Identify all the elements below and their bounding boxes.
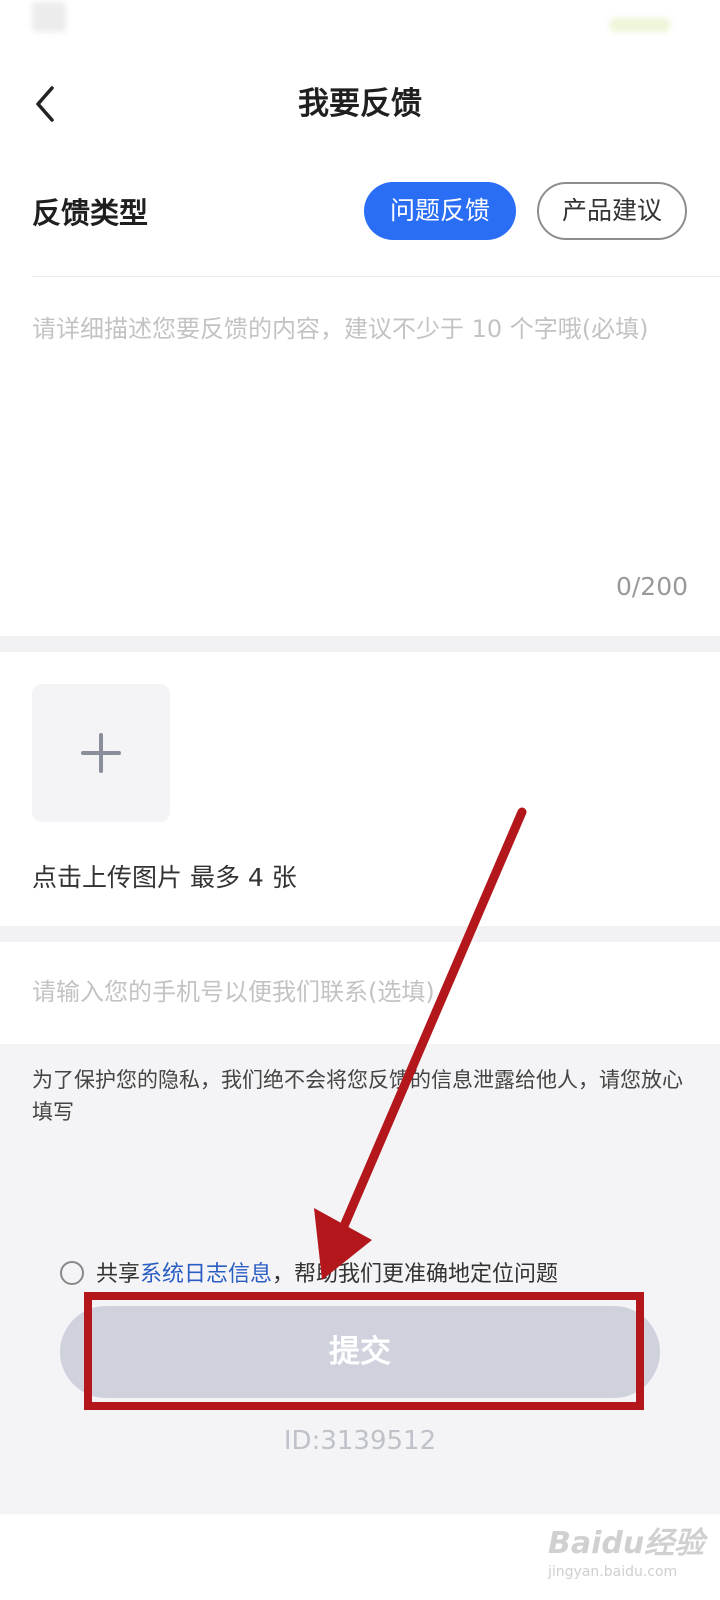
- annotation-highlight-box: [84, 1292, 644, 1410]
- type-option-issue[interactable]: 问题反馈: [364, 182, 516, 240]
- privacy-note: 为了保护您的隐私，我们绝不会将您反馈的信息泄露给他人，请您放心填写: [32, 1068, 683, 1124]
- status-bar-right-blur: [610, 18, 670, 32]
- section-gap: [0, 636, 720, 652]
- chevron-left-icon: [36, 86, 54, 122]
- watermark: Baidu经验 jingyan.baidu.com: [548, 1518, 718, 1588]
- share-logs-row[interactable]: 共享系统日志信息，帮助我们更准确地定位问题: [60, 1258, 680, 1292]
- feedback-type-label: 反馈类型: [32, 196, 149, 230]
- status-bar: [0, 0, 720, 48]
- type-option-suggestion[interactable]: 产品建议: [537, 182, 687, 240]
- share-logs-suffix: ，帮助我们更准确地定位问题: [272, 1262, 559, 1287]
- system-log-link[interactable]: 系统日志信息: [140, 1262, 272, 1287]
- watermark-logo: Baidu经验: [548, 1526, 705, 1561]
- char-counter: 0/200: [615, 572, 688, 601]
- id-label: ID:3139512: [283, 1426, 437, 1456]
- page-title: 我要反馈: [298, 86, 422, 122]
- status-bar-left-blur: [32, 2, 66, 32]
- description-textarea[interactable]: 请详细描述您要反馈的内容，建议不少于 10 个字哦(必填): [32, 312, 688, 412]
- divider: [32, 276, 720, 277]
- upload-image-button[interactable]: [32, 684, 170, 822]
- back-button[interactable]: [26, 82, 70, 126]
- plus-icon-vertical: [99, 733, 103, 773]
- phone-input[interactable]: 请输入您的手机号以便我们联系(选填): [32, 972, 688, 1012]
- share-logs-radio[interactable]: [60, 1261, 84, 1285]
- share-logs-prefix: 共享: [96, 1262, 141, 1287]
- section-gap: [0, 926, 720, 942]
- watermark-url: jingyan.baidu.com: [548, 1564, 678, 1580]
- upload-hint: 点击上传图片 最多 4 张: [32, 863, 297, 892]
